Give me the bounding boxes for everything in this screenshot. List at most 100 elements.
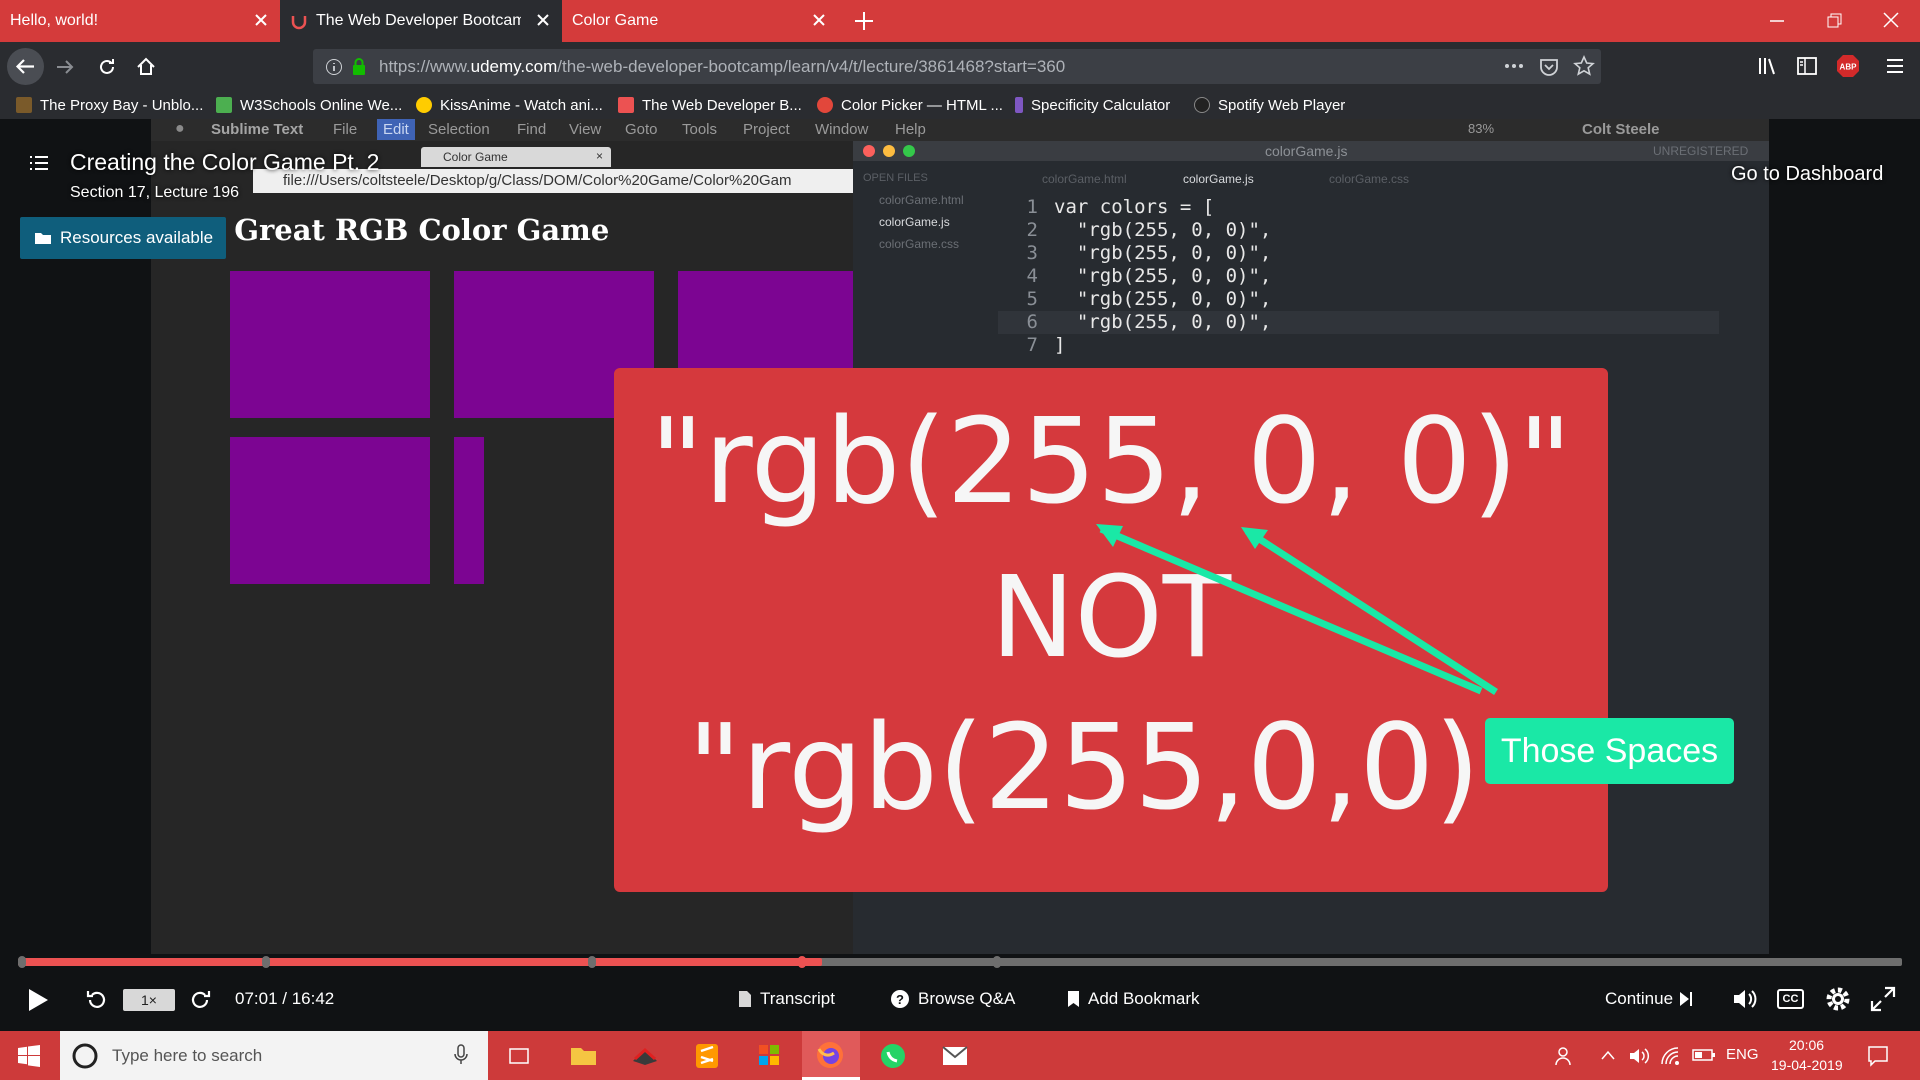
back-button[interactable] xyxy=(7,48,44,85)
people-icon[interactable] xyxy=(1555,1045,1577,1067)
whatsapp-icon[interactable] xyxy=(869,1039,917,1073)
spotify-icon xyxy=(1194,97,1210,113)
chevron-up-icon[interactable] xyxy=(1600,1049,1616,1061)
address-bar[interactable]: https://www.udemy.com/the-web-developer-… xyxy=(313,49,1601,84)
continue-button[interactable]: Continue xyxy=(1605,989,1701,1009)
clock-date[interactable]: 19-04-2019 xyxy=(1771,1057,1843,1073)
bookmark-spotify[interactable]: Spotify Web Player xyxy=(1194,95,1345,115)
tab-color-game[interactable]: Color Game xyxy=(562,0,838,42)
firefox-icon xyxy=(817,1042,843,1068)
wifi-icon[interactable] xyxy=(1660,1046,1682,1066)
language-indicator[interactable]: ENG xyxy=(1726,1046,1759,1063)
new-tab-icon[interactable] xyxy=(853,10,875,32)
close-icon[interactable] xyxy=(810,11,828,29)
rewind-icon[interactable] xyxy=(84,988,108,1012)
bookmark-star-icon[interactable] xyxy=(1573,55,1595,77)
lecture-subtitle: Section 17, Lecture 196 xyxy=(70,184,240,201)
dashboard-link[interactable]: Go to Dashboard xyxy=(1731,163,1883,186)
mail-icon[interactable] xyxy=(931,1039,979,1073)
question-icon: ? xyxy=(891,990,909,1008)
bookmarks-toolbar: The Proxy Bay - Unblo... W3Schools Onlin… xyxy=(0,91,1920,119)
captions-icon[interactable]: CC xyxy=(1777,989,1804,1009)
url-text: https://www.udemy.com/the-web-developer-… xyxy=(379,57,1066,76)
speed-button[interactable]: 1× xyxy=(123,989,175,1011)
menu-icon[interactable] xyxy=(1884,56,1906,76)
chapter-marker[interactable] xyxy=(18,956,26,968)
info-icon[interactable] xyxy=(325,58,343,76)
udemy-icon xyxy=(618,97,634,113)
resources-button[interactable]: Resources available xyxy=(20,217,226,259)
bookmark-specificity[interactable]: Specificity Calculator xyxy=(1015,95,1170,115)
close-icon[interactable] xyxy=(252,11,270,29)
taskbar-search[interactable]: Type here to search xyxy=(60,1031,488,1080)
sidebar-icon[interactable] xyxy=(1796,55,1818,77)
file-explorer-icon[interactable] xyxy=(559,1039,607,1073)
speaker-icon[interactable] xyxy=(1628,1046,1650,1066)
close-icon[interactable] xyxy=(534,11,552,29)
back-arrow-icon xyxy=(15,59,34,74)
udemy-icon xyxy=(291,16,307,30)
search-placeholder: Type here to search xyxy=(112,1045,263,1065)
svg-text:ABP: ABP xyxy=(1840,63,1858,72)
skip-next-icon xyxy=(1680,992,1693,1006)
kiss-icon xyxy=(416,97,432,113)
close-window-icon[interactable] xyxy=(1882,11,1900,29)
pirate-icon xyxy=(16,97,32,113)
progress-bar[interactable] xyxy=(18,956,1902,968)
time-display: 07:01 / 16:42 xyxy=(235,989,335,1008)
bookmark-web-developer[interactable]: The Web Developer B... xyxy=(618,95,802,115)
windows-taskbar: Type here to search ENG 20:06 19-04-2019 xyxy=(0,1031,1920,1080)
bookmark-w3schools[interactable]: W3Schools Online We... xyxy=(216,95,402,115)
minimize-icon[interactable] xyxy=(1768,14,1786,28)
curriculum-menu-icon[interactable] xyxy=(30,155,48,171)
home-icon[interactable] xyxy=(134,55,158,79)
tab-web-developer-bootcamp[interactable]: The Web Developer Bootcamp xyxy=(280,0,562,42)
chapter-marker[interactable] xyxy=(588,956,596,968)
forward-icon[interactable] xyxy=(189,988,213,1012)
cortana-icon xyxy=(72,1043,98,1068)
lock-icon xyxy=(353,58,365,75)
pocket-icon[interactable] xyxy=(1538,56,1560,78)
windows-start-icon[interactable] xyxy=(18,1045,40,1067)
firefox-taskbar-button[interactable] xyxy=(802,1031,860,1080)
tab-label: The Web Developer Bootcamp xyxy=(316,12,521,29)
adblock-icon[interactable]: ABP xyxy=(1836,54,1860,78)
bookmark-color-picker[interactable]: Color Picker — HTML ... xyxy=(817,95,1003,115)
microphone-icon[interactable] xyxy=(453,1044,469,1066)
battery-icon[interactable] xyxy=(1692,1047,1716,1063)
specificity-icon xyxy=(1015,97,1023,113)
arrows-overlay xyxy=(1096,524,1498,695)
restore-icon[interactable] xyxy=(1826,12,1844,30)
tab-label: Color Game xyxy=(572,12,659,29)
ms-store-icon[interactable] xyxy=(745,1039,793,1073)
arrow-line xyxy=(1099,525,1483,695)
bookmark-kissanime[interactable]: KissAnime - Watch ani... xyxy=(416,95,603,115)
clock-time[interactable]: 20:06 xyxy=(1789,1037,1824,1053)
resources-label: Resources available xyxy=(60,228,214,247)
add-bookmark-button[interactable]: Add Bookmark xyxy=(1067,989,1200,1009)
navigation-bar: https://www.udemy.com/the-web-developer-… xyxy=(0,42,1920,91)
tab-hello-world[interactable]: Hello, world! xyxy=(0,0,280,42)
chapter-marker[interactable] xyxy=(262,956,270,968)
library-icon[interactable] xyxy=(1757,55,1779,77)
reload-icon[interactable] xyxy=(96,56,118,78)
settings-gear-icon[interactable] xyxy=(1825,986,1851,1012)
volume-icon[interactable] xyxy=(1732,987,1758,1011)
task-view-icon[interactable] xyxy=(495,1039,543,1073)
chapter-marker[interactable] xyxy=(798,956,806,968)
game-app-icon[interactable] xyxy=(621,1039,669,1073)
play-icon[interactable] xyxy=(26,987,50,1013)
progress-fill xyxy=(18,958,823,966)
chapter-marker[interactable] xyxy=(993,956,1001,968)
transcript-button[interactable]: Transcript xyxy=(738,989,835,1009)
more-actions-icon[interactable] xyxy=(1503,59,1525,73)
video-player[interactable]: ● Sublime Text File Edit Selection Find … xyxy=(0,119,1920,1031)
player-controls: 1× 07:01 / 16:42 Transcript ? Browse Q&A… xyxy=(0,974,1920,1029)
forward-arrow-icon[interactable] xyxy=(54,56,76,78)
bookmark-proxy-bay[interactable]: The Proxy Bay - Unblo... xyxy=(16,95,203,115)
sublime-text-icon[interactable] xyxy=(683,1039,731,1073)
tab-label: Hello, world! xyxy=(10,12,99,29)
browse-qa-button[interactable]: ? Browse Q&A xyxy=(890,989,1015,1009)
action-center-icon[interactable] xyxy=(1866,1044,1890,1068)
fullscreen-icon[interactable] xyxy=(1870,986,1896,1012)
